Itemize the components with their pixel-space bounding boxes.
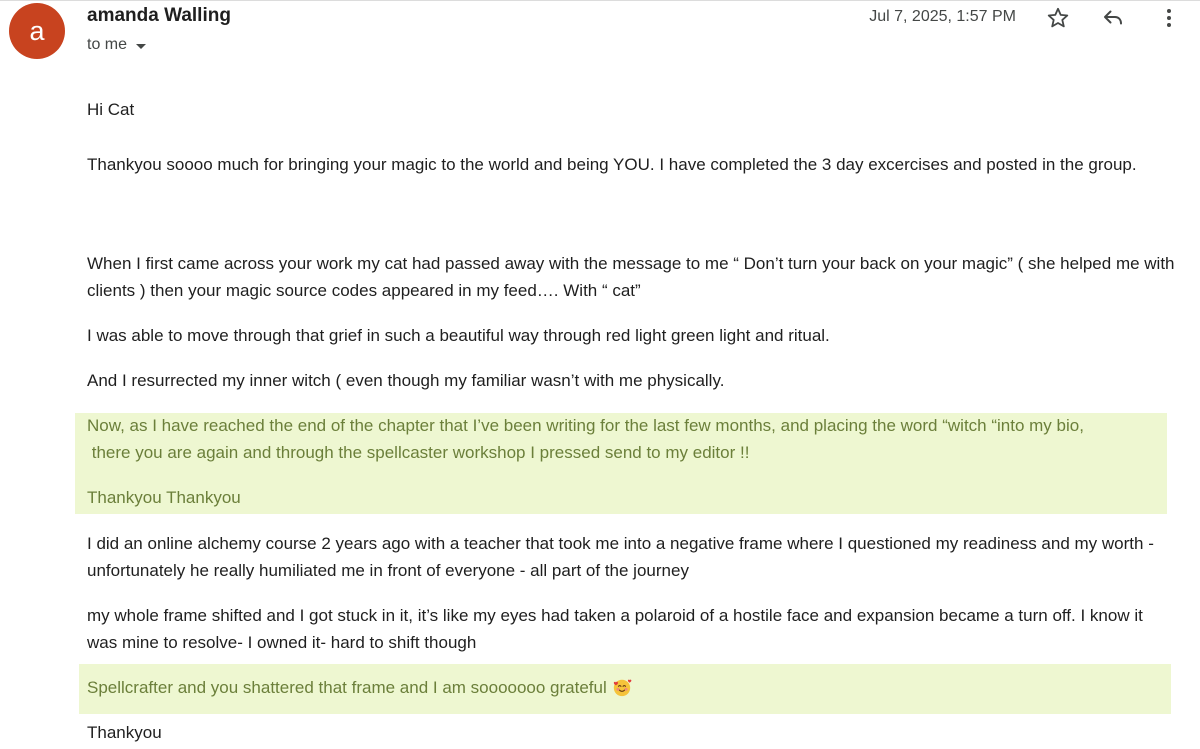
reply-icon [1104,10,1122,25]
top-divider [0,0,1200,1]
highlighted-thanks: Thankyou Thankyou [87,488,241,507]
recipient-label: to me [87,36,128,53]
highlighted-line: there you are again and through the spel… [87,443,750,462]
recipient-details-toggle[interactable]: to me [87,36,147,54]
sender-name[interactable]: amanda Walling [87,5,231,27]
highlighted-line: Now, as I have reached the end of the ch… [87,416,1084,435]
chevron-down-icon [136,43,147,49]
message-paragraph: When I first came across your work my ca… [87,254,1175,300]
message-paragraph: I did an online alchemy course 2 years a… [87,534,1154,580]
message-paragraph: Thankyou soooo much for bringing your ma… [87,155,1137,174]
closing: Thankyou [87,723,162,742]
more-options-button[interactable] [1156,5,1182,31]
star-icon [1047,7,1069,28]
avatar-letter: a [29,15,45,46]
reply-button[interactable] [1100,5,1126,31]
smiling-face-with-hearts-emoji [613,679,632,697]
message-paragraph: I was able to move through that grief in… [87,326,830,345]
message-paragraph: my whole frame shifted and I got stuck i… [87,606,1143,652]
highlighted-line: Spellcrafter and you shattered that fram… [87,674,1177,701]
highlighted-text: Spellcrafter and you shattered that fram… [87,678,607,697]
avatar[interactable]: a [9,3,65,59]
greeting: Hi Cat [87,100,135,119]
more-vert-icon [1167,9,1171,27]
message-date: Jul 7, 2025, 1:57 PM [869,8,1016,25]
star-button[interactable] [1045,5,1071,31]
message-paragraph: And I resurrected my inner witch ( even … [87,371,725,390]
